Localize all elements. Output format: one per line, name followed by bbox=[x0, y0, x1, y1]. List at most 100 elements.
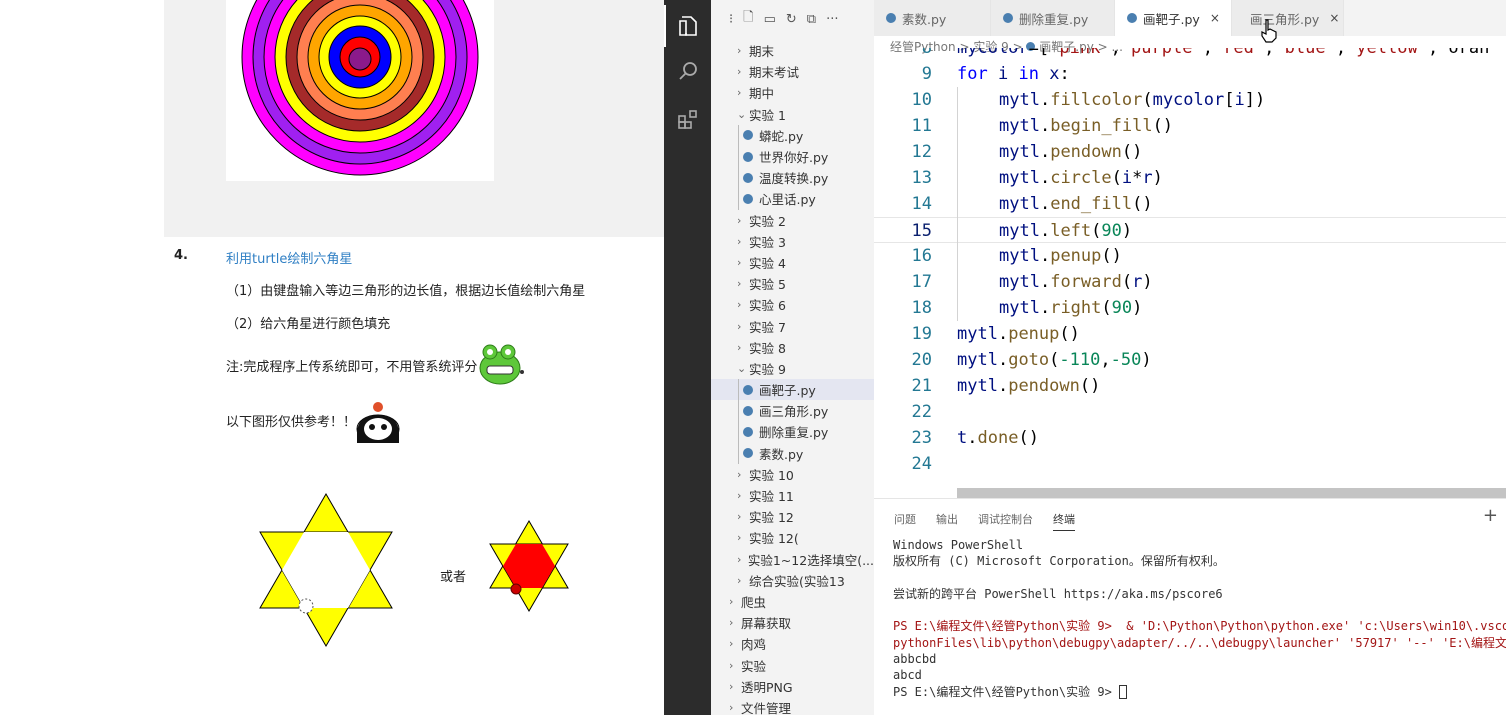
editor-tab[interactable]: 素数.py bbox=[874, 0, 991, 36]
file-item[interactable]: 世界你好.py bbox=[711, 145, 874, 168]
python-file-icon bbox=[743, 448, 753, 459]
folder-item[interactable]: › 期中 bbox=[711, 82, 874, 103]
chevron-right-icon: › bbox=[737, 298, 742, 312]
folder-item[interactable]: › 实验 11 bbox=[711, 485, 874, 506]
folder-item[interactable]: ⌄ 实验 9 bbox=[711, 358, 874, 379]
code-line[interactable]: 14 mytl.end_fill() bbox=[874, 191, 1506, 217]
tree-item-label: 文件管理 bbox=[741, 700, 792, 715]
folder-item[interactable]: › 实验 5 bbox=[711, 273, 874, 294]
code-line[interactable]: 16 mytl.penup() bbox=[874, 243, 1506, 269]
editor-tab[interactable]: 删除重复.py bbox=[991, 0, 1115, 36]
file-item[interactable]: 心里话.py bbox=[711, 188, 874, 210]
chevron-right-icon: › bbox=[729, 700, 734, 714]
chevron-right-icon: › bbox=[729, 679, 734, 693]
code-line[interactable]: 15 mytl.left(90) bbox=[874, 217, 1506, 243]
code-text: mytl.end_fill() bbox=[999, 194, 1153, 214]
extensions-icon[interactable] bbox=[664, 98, 711, 140]
chevron-right-icon: › bbox=[737, 213, 742, 227]
code-line[interactable]: 11 mytl.begin_fill() bbox=[874, 113, 1506, 139]
chevron-right-icon: › bbox=[737, 573, 742, 587]
folder-item[interactable]: › 实验 12 bbox=[711, 506, 874, 527]
search-icon[interactable] bbox=[664, 50, 711, 92]
code-line[interactable]: 23 t.done() bbox=[874, 425, 1506, 451]
folder-item[interactable]: › 实验 8 bbox=[711, 337, 874, 358]
refresh-icon[interactable]: ↻ bbox=[786, 12, 797, 27]
folder-item[interactable]: › 文件管理 bbox=[711, 697, 874, 715]
python-file-icon bbox=[886, 13, 896, 23]
folder-item[interactable]: › 实验 2 bbox=[711, 210, 874, 231]
editor-tab[interactable]: 画靶子.py × bbox=[1115, 0, 1232, 36]
panel-tab[interactable]: 终端 bbox=[1053, 511, 1075, 531]
code-line[interactable]: 17 mytl.forward(r) bbox=[874, 269, 1506, 295]
close-icon[interactable]: × bbox=[1210, 11, 1220, 25]
code-text: mycolor=['pink','purple','red','blue','y… bbox=[957, 48, 1490, 58]
activity-bar bbox=[664, 0, 711, 715]
panel-tab[interactable]: 调试控制台 bbox=[978, 511, 1033, 531]
tree-item-label: 屏幕获取 bbox=[741, 616, 792, 632]
chevron-right-icon: › bbox=[737, 65, 742, 79]
tree-item-label: 实验 7 bbox=[749, 319, 786, 335]
document-margin bbox=[0, 0, 164, 715]
folder-item[interactable]: › 综合实验(实验13 bbox=[711, 570, 874, 591]
folder-item[interactable]: ⌄ 实验 1 bbox=[711, 104, 874, 125]
tree-item-label: 实验 11 bbox=[749, 489, 794, 505]
more-icon[interactable]: ··· bbox=[826, 12, 838, 27]
terminal-line: PS E:\编程文件\经管Python\实验 9> & 'D:\Python\P… bbox=[893, 618, 1506, 634]
code-line[interactable]: 8 mycolor=['pink','purple','red','blue','… bbox=[874, 48, 1506, 61]
python-file-icon bbox=[743, 426, 753, 437]
close-icon[interactable]: × bbox=[1329, 11, 1339, 25]
chevron-right-icon: › bbox=[737, 531, 742, 545]
folder-item[interactable]: › 透明PNG bbox=[711, 676, 874, 697]
collapse-icon[interactable]: ⁝ bbox=[729, 12, 733, 27]
editor-tab[interactable]: 画三角形.py × bbox=[1232, 0, 1344, 36]
explorer-files-icon[interactable] bbox=[664, 5, 711, 47]
new-file-icon[interactable]: 🗋 bbox=[743, 8, 753, 30]
file-item[interactable]: 删除重复.py bbox=[711, 421, 874, 443]
file-item[interactable]: 温度转换.py bbox=[711, 167, 874, 189]
code-line[interactable]: 24 bbox=[874, 451, 1506, 477]
file-item[interactable]: 素数.py bbox=[711, 442, 874, 464]
terminal-output[interactable]: Windows PowerShell 版权所有 (C) Microsoft Cor… bbox=[893, 537, 1506, 700]
folder-item[interactable]: › 实验 12( bbox=[711, 527, 874, 548]
folder-item[interactable]: › 实验 7 bbox=[711, 315, 874, 336]
collapse-all-icon[interactable]: ⧉ bbox=[807, 12, 816, 27]
file-item[interactable]: 画靶子.py bbox=[711, 379, 874, 401]
folder-item[interactable]: › 实验 bbox=[711, 654, 874, 675]
panel-tab[interactable]: 问题 bbox=[894, 511, 916, 531]
folder-item[interactable]: › 实验 4 bbox=[711, 252, 874, 273]
folder-item[interactable]: › 爬虫 bbox=[711, 591, 874, 612]
new-folder-icon[interactable]: ▭ bbox=[764, 12, 776, 27]
code-line[interactable]: 13 mytl.circle(i*r) bbox=[874, 165, 1506, 191]
new-terminal-icon[interactable]: + bbox=[1483, 505, 1498, 526]
folder-item[interactable]: › 实验1~12选择填空(... bbox=[711, 549, 874, 570]
line-number: 18 bbox=[911, 298, 932, 318]
tree-item-label: 肉鸡 bbox=[741, 637, 767, 653]
folder-item[interactable]: › 屏幕获取 bbox=[711, 612, 874, 633]
code-line[interactable]: 10 mytl.fillcolor(mycolor[i]) bbox=[874, 87, 1506, 113]
tree-item-label: 实验 bbox=[741, 658, 767, 674]
code-line[interactable]: 19 mytl.penup() bbox=[874, 321, 1506, 347]
folder-item[interactable]: › 实验 10 bbox=[711, 464, 874, 485]
file-item[interactable]: 蟒蛇.py bbox=[711, 124, 874, 147]
folder-item[interactable]: › 期末 bbox=[711, 40, 874, 61]
chevron-right-icon: › bbox=[729, 637, 734, 651]
horizontal-scrollbar[interactable] bbox=[957, 488, 1506, 498]
code-editor[interactable]: 8 mycolor=['pink','purple','red','blue','… bbox=[874, 48, 1506, 488]
code-text: mytl.begin_fill() bbox=[999, 116, 1174, 136]
code-line[interactable]: 9 for i in x: bbox=[874, 61, 1506, 87]
chevron-down-icon: ⌄ bbox=[737, 107, 747, 121]
code-line[interactable]: 21 mytl.pendown() bbox=[874, 373, 1506, 399]
code-line[interactable]: 18 mytl.right(90) bbox=[874, 295, 1506, 321]
code-line[interactable]: 20 mytl.goto(-110,-50) bbox=[874, 347, 1506, 373]
folder-item[interactable]: › 实验 6 bbox=[711, 294, 874, 315]
tree-item-label: 实验 3 bbox=[749, 234, 786, 250]
file-item[interactable]: 画三角形.py bbox=[711, 400, 874, 422]
folder-item[interactable]: › 肉鸡 bbox=[711, 633, 874, 654]
folder-item[interactable]: › 实验 3 bbox=[711, 231, 874, 252]
folder-item[interactable]: › 期末考试 bbox=[711, 61, 874, 82]
code-line[interactable]: 12 mytl.pendown() bbox=[874, 139, 1506, 165]
panel-tab[interactable]: 输出 bbox=[936, 511, 958, 531]
line-number: 19 bbox=[911, 324, 932, 344]
code-line[interactable]: 22 bbox=[874, 399, 1506, 425]
